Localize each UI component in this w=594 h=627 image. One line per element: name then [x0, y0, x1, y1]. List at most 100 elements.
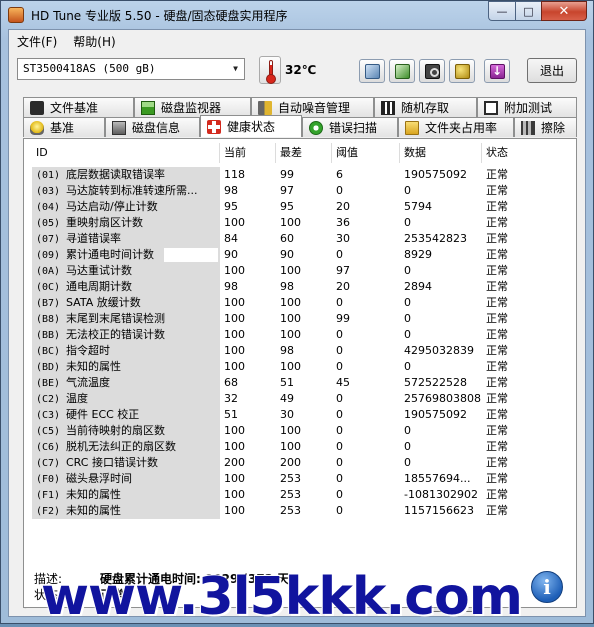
cell-worst: 200 [280, 456, 301, 469]
attribute-name: 底层数据读取错误率 [66, 168, 165, 181]
cell-id: (05) 重映射扇区计数 [32, 215, 220, 231]
cell-current: 100 [224, 488, 245, 501]
copy-info-button[interactable] [359, 59, 385, 83]
table-row[interactable]: (BB) 无法校正的错误计数 100 100 0 0 正常 [32, 327, 568, 343]
attribute-name: 马达旋转到标准转速所需... [66, 184, 198, 197]
table-row[interactable]: (C7) CRC 接口错误计数 200 200 0 0 正常 [32, 455, 568, 471]
table-row[interactable]: (04) 马达启动/停止计数 95 95 20 5794 正常 [32, 199, 568, 215]
table-row[interactable]: (F0) 磁头悬浮时间 100 253 0 18557694... 正常 [32, 471, 568, 487]
table-row[interactable]: (05) 重映射扇区计数 100 100 36 0 正常 [32, 215, 568, 231]
title-bar[interactable]: HD Tune 专业版 5.50 - 硬盘/固态硬盘实用程序 — □ ✕ [1, 1, 593, 29]
cell-status: 正常 [486, 472, 508, 485]
tabs-row-back: 文件基准 磁盘监视器 自动噪音管理 随机存取 附加测试 [23, 97, 577, 117]
options-button[interactable] [449, 59, 475, 83]
attribute-code: (01) [36, 170, 61, 181]
table-row[interactable]: (C5) 当前待映射的扇区数 100 100 0 0 正常 [32, 423, 568, 439]
tab-disk-info[interactable]: 磁盘信息 [105, 117, 200, 137]
menu-file[interactable]: 文件(F) [9, 33, 65, 50]
cell-worst: 99 [280, 168, 294, 181]
header-current[interactable]: 当前 [220, 143, 276, 163]
screenshot-button[interactable] [419, 59, 445, 83]
dropdown-arrow-icon[interactable]: ▼ [227, 59, 244, 79]
maximize-button[interactable]: □ [515, 1, 541, 21]
table-row[interactable]: (07) 寻道错误率 84 60 30 253542823 正常 [32, 231, 568, 247]
table-row[interactable]: (01) 底层数据读取错误率 118 99 6 190575092 正常 [32, 167, 568, 183]
trash-icon [521, 120, 535, 135]
attribute-code: (BE) [36, 378, 61, 389]
cell-id: (C7) CRC 接口错误计数 [32, 455, 220, 471]
cell-threshold: 45 [336, 376, 350, 389]
cell-data: 5794 [404, 200, 432, 213]
tab-error-scan[interactable]: 错误扫描 [302, 117, 398, 137]
table-row[interactable]: (B8) 末尾到末尾错误检测 100 100 99 0 正常 [32, 311, 568, 327]
tab-disk-monitor[interactable]: 磁盘监视器 [134, 97, 251, 117]
cell-current: 68 [224, 376, 238, 389]
hd-tune-icon [8, 7, 24, 23]
copy-screen-button[interactable] [389, 59, 415, 83]
minimize-button[interactable]: — [488, 1, 515, 21]
table-row[interactable]: (C2) 温度 32 49 0 25769803808 正常 [32, 391, 568, 407]
cell-data: 8929 [404, 248, 432, 261]
table-row[interactable]: (BC) 指令超时 100 98 0 4295032839 正常 [32, 343, 568, 359]
header-status[interactable]: 状态 [482, 143, 568, 163]
drive-select[interactable]: ST3500418AS (500 gB) ▼ [17, 58, 245, 80]
table-row[interactable]: (BD) 未知的属性 100 100 0 0 正常 [32, 359, 568, 375]
cell-data: 1157156623 [404, 504, 474, 517]
cell-current: 95 [224, 200, 238, 213]
table-row[interactable]: (09) 累计通电时间计数 90 90 0 8929 正常 [32, 247, 568, 263]
cell-current: 118 [224, 168, 245, 181]
attribute-code: (BC) [36, 346, 61, 357]
cell-current: 100 [224, 344, 245, 357]
tab-aam[interactable]: 自动噪音管理 [251, 97, 374, 117]
table-row[interactable]: (03) 马达旋转到标准转速所需... 98 97 0 0 正常 [32, 183, 568, 199]
smart-table[interactable]: ID 当前 最差 阈值 数据 状态 (01) 底层数据读取错误率 118 99 6 190… [32, 143, 568, 545]
save-button[interactable]: ↓ [484, 59, 510, 83]
attribute-name: 重映射扇区计数 [66, 216, 143, 229]
attribute-code: (B7) [36, 298, 61, 309]
table-row[interactable]: (C6) 脱机无法纠正的扇区数 100 100 0 0 正常 [32, 439, 568, 455]
tab-folder-usage[interactable]: 文件夹占用率 [398, 117, 514, 137]
attribute-code: (F2) [36, 506, 61, 517]
table-row[interactable]: (0C) 通电周期计数 98 98 20 2894 正常 [32, 279, 568, 295]
table-row[interactable]: (C3) 硬件 ECC 校正 51 30 0 190575092 正常 [32, 407, 568, 423]
tab-benchmark[interactable]: 基准 [23, 117, 105, 137]
attribute-code: (C5) [36, 426, 61, 437]
header-data[interactable]: 数据 [400, 143, 482, 163]
tab-file-benchmark[interactable]: 文件基准 [23, 97, 134, 117]
attribute-name: 气流温度 [66, 376, 110, 389]
cell-id: (F1) 未知的属性 [32, 487, 220, 503]
cell-id: (0C) 通电周期计数 [32, 279, 220, 295]
cell-threshold: 0 [336, 392, 343, 405]
selection-patch [164, 248, 218, 262]
tab-random-access[interactable]: 随机存取 [374, 97, 477, 117]
cell-data: 572522528 [404, 376, 467, 389]
cell-id: (C2) 温度 [32, 391, 220, 407]
menu-help[interactable]: 帮助(H) [65, 33, 123, 50]
header-threshold[interactable]: 阈值 [332, 143, 400, 163]
cell-status: 正常 [486, 360, 508, 373]
cell-status: 正常 [486, 264, 508, 277]
tab-extra-tests[interactable]: 附加测试 [477, 97, 577, 117]
tab-health[interactable]: 健康状态 [200, 115, 302, 137]
header-id[interactable]: ID [32, 143, 220, 163]
table-row[interactable]: (0A) 马达重试计数 100 100 97 0 正常 [32, 263, 568, 279]
cell-id: (03) 马达旋转到标准转速所需... [32, 183, 220, 199]
table-row[interactable]: (F1) 未知的属性 100 253 0 -1081302902 正常 [32, 487, 568, 503]
cell-current: 100 [224, 216, 245, 229]
cell-status: 正常 [486, 248, 508, 261]
cell-current: 100 [224, 264, 245, 277]
cell-data: 0 [404, 312, 411, 325]
cell-id: (BD) 未知的属性 [32, 359, 220, 375]
close-button[interactable]: ✕ [541, 1, 587, 21]
tab-erase[interactable]: 擦除 [514, 117, 577, 137]
cell-data: 4295032839 [404, 344, 474, 357]
table-row[interactable]: (B7) SATA 放缓计数 100 100 0 0 正常 [32, 295, 568, 311]
header-worst[interactable]: 最差 [276, 143, 332, 163]
tabs-row-front: 基准 磁盘信息 健康状态 错误扫描 文件夹占用率 擦除 [23, 115, 577, 137]
cell-threshold: 0 [336, 440, 343, 453]
cell-status: 正常 [486, 216, 508, 229]
cell-data: 0 [404, 456, 411, 469]
exit-button[interactable]: 退出 [527, 58, 577, 83]
table-row[interactable]: (BE) 气流温度 68 51 45 572522528 正常 [32, 375, 568, 391]
table-row[interactable]: (F2) 未知的属性 100 253 0 1157156623 正常 [32, 503, 568, 519]
